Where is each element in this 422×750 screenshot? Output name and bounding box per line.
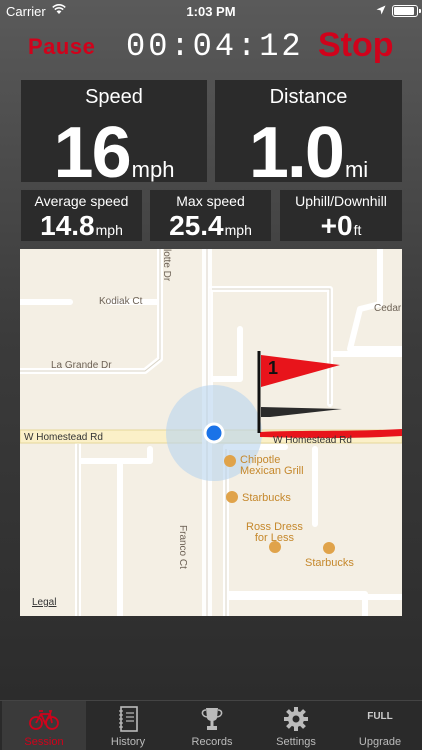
distance-unit: mi	[344, 157, 369, 182]
tab-session[interactable]: Session	[2, 701, 86, 750]
tab-label: Upgrade	[358, 736, 402, 748]
street-label: Cedar	[374, 303, 402, 314]
gear-icon	[284, 707, 308, 731]
tab-label: History	[110, 736, 146, 748]
full-badge: FULL	[367, 711, 393, 722]
average-speed-label: Average speed	[34, 193, 129, 209]
max-speed-unit: mph	[224, 222, 252, 238]
legal-link[interactable]: Legal	[32, 597, 56, 608]
speed-tile: Speed 16mph	[21, 80, 207, 193]
flag-number: 1	[268, 358, 279, 378]
speed-value: 16mph	[53, 113, 175, 193]
max-speed-value: 25.4mph	[169, 210, 252, 241]
coffee-poi-icon	[226, 491, 238, 503]
street-label: W Homestead Rd	[273, 435, 352, 446]
poi-label: Starbucks	[242, 492, 291, 504]
status-bar: Carrier 1:03 PM	[0, 0, 422, 22]
max-speed-label: Max speed	[176, 193, 245, 209]
session-controls: Pause 00:04:12 Stop	[0, 24, 422, 74]
tab-history[interactable]: History	[86, 701, 170, 750]
tab-label: Session	[24, 736, 64, 748]
speed-label: Speed	[85, 86, 143, 108]
average-speed-unit: mph	[95, 222, 123, 238]
distance-tile: Distance 1.0mi	[215, 80, 402, 193]
stop-button[interactable]: Stop	[318, 26, 394, 65]
speed-unit: mph	[131, 157, 175, 182]
trophy-icon	[201, 708, 223, 730]
street-label: Franco Ct	[177, 525, 188, 569]
tab-bar: Session History Records Settings FULL Up…	[0, 700, 422, 750]
average-speed-value: 14.8mph	[40, 210, 123, 241]
notebook-icon	[119, 706, 138, 732]
tab-records[interactable]: Records	[170, 701, 254, 750]
current-location-dot	[203, 422, 225, 444]
coffee-poi-icon	[323, 542, 335, 554]
bicycle-icon	[29, 710, 59, 730]
elevation-tile: Uphill/Downhill +0ft	[280, 190, 402, 241]
elevation-value: +0ft	[320, 210, 362, 241]
distance-label: Distance	[269, 86, 348, 108]
elapsed-timer: 00:04:12	[126, 28, 304, 65]
distance-value: 1.0mi	[248, 113, 369, 193]
elevation-unit: ft	[353, 222, 362, 238]
street-label: W Homestead Rd	[24, 432, 103, 443]
street-label: La Grande Dr	[51, 360, 112, 371]
poi-label: Chipotle Mexican Grill	[240, 454, 304, 477]
tab-upgrade[interactable]: FULL Upgrade	[338, 701, 422, 750]
elevation-label: Uphill/Downhill	[295, 193, 387, 209]
restaurant-poi-icon	[224, 455, 236, 467]
route-map[interactable]: Kodiak Ct La Grande Dr W Homestead Rd W …	[20, 249, 402, 616]
max-speed-tile: Max speed 25.4mph	[150, 190, 271, 241]
tab-label: Records	[191, 736, 233, 748]
battery-icon	[392, 5, 421, 17]
tab-label: Settings	[276, 736, 316, 748]
clock: 1:03 PM	[186, 4, 236, 19]
pause-button[interactable]: Pause	[28, 34, 95, 60]
location-arrow-icon	[376, 5, 386, 15]
poi-label: Ross Dress for Less	[246, 521, 303, 544]
average-speed-tile: Average speed 14.8mph	[21, 190, 142, 241]
poi-label: Starbucks	[305, 557, 354, 569]
street-label: Kodiak Ct	[99, 296, 143, 307]
tab-settings[interactable]: Settings	[254, 701, 338, 750]
street-label: lotte Dr	[161, 249, 172, 282]
